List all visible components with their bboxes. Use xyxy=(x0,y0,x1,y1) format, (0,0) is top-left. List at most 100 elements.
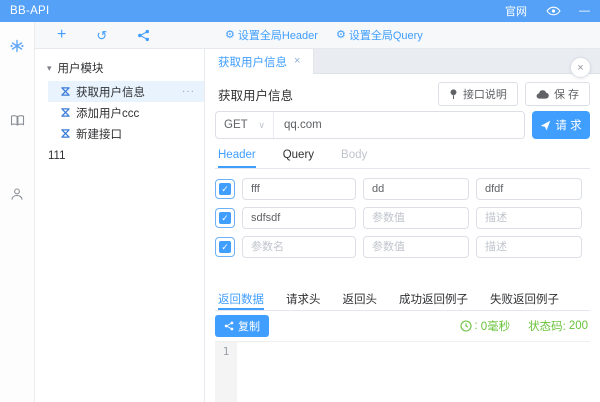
copy-label: 复制 xyxy=(238,321,260,333)
check-icon: ✓ xyxy=(219,212,231,224)
tab-fail-example[interactable]: 失败返回例子 xyxy=(490,289,559,310)
clock-icon xyxy=(459,320,472,332)
title-row: 获取用户信息 接口说明 保 存 xyxy=(215,81,590,107)
tree-root-item-111[interactable]: 111 xyxy=(35,145,204,166)
url-input[interactable] xyxy=(274,112,524,138)
send-label: 请 求 xyxy=(555,120,582,132)
tree-toolbar: + ↺ xyxy=(35,27,205,43)
method-select[interactable]: GET ∨ xyxy=(216,112,274,138)
param-name-input[interactable] xyxy=(242,178,356,200)
set-global-query-link[interactable]: ⚙ 设置全局Query xyxy=(336,27,423,43)
titlebar-controls: 官网 — xyxy=(505,2,590,20)
workspace: + ↺ ⚙ 设置全局Header ⚙ 设置全局Query ▾ 用户模块 获取用户… xyxy=(35,22,600,402)
gear-icon: ⚙ xyxy=(225,28,235,41)
titlebar: BB-API 官网 — xyxy=(0,0,600,22)
tree-module-users[interactable]: ▾ 用户模块 xyxy=(35,56,204,81)
title-actions: 接口说明 保 存 xyxy=(437,82,590,106)
tab-request-headers[interactable]: 请求头 xyxy=(286,289,321,310)
tab-response-headers[interactable]: 返回头 xyxy=(343,289,378,310)
param-value-input[interactable] xyxy=(363,236,469,258)
docs-book-icon[interactable] xyxy=(8,111,26,129)
editor-content[interactable] xyxy=(237,342,590,402)
api-tree: ▾ 用户模块 获取用户信息 ··· 添加用户ccc 新建接口 111 xyxy=(35,49,205,402)
tab-get-user-info[interactable]: 获取用户信息 × xyxy=(205,49,315,74)
result-tabs: 返回数据 请求头 返回头 成功返回例子 失败返回例子 xyxy=(215,289,590,311)
refresh-icon[interactable]: ↺ xyxy=(96,29,107,42)
result-toolbar: 复制 : 0毫秒 状态码: 200 xyxy=(215,311,590,341)
tab-query[interactable]: Query xyxy=(283,144,314,168)
param-value-input[interactable] xyxy=(363,178,469,200)
minimize-button[interactable]: — xyxy=(579,5,590,17)
api-node-icon xyxy=(61,87,70,96)
set-global-query-label: 设置全局Query xyxy=(348,30,423,42)
elapsed-time: : 0毫秒 xyxy=(459,318,511,334)
tab-response-data[interactable]: 返回数据 xyxy=(218,289,264,310)
document-tabbar: 获取用户信息 × xyxy=(205,49,600,74)
tab-close-icon[interactable]: × xyxy=(294,56,300,67)
api-node-icon xyxy=(61,129,70,138)
pin-icon xyxy=(450,89,457,99)
tab-success-example[interactable]: 成功返回例子 xyxy=(399,289,468,310)
param-value-input[interactable] xyxy=(363,207,469,229)
tree-item-label: 新建接口 xyxy=(76,128,122,141)
left-rail xyxy=(0,22,35,402)
param-name-input[interactable] xyxy=(242,207,356,229)
tree-item-label: 111 xyxy=(48,149,66,162)
elapsed-value: 0毫秒 xyxy=(480,321,511,333)
set-global-header-link[interactable]: ⚙ 设置全局Header xyxy=(225,27,318,43)
tree-module-label: 用户模块 xyxy=(57,63,104,75)
send-icon xyxy=(541,120,551,130)
send-request-button[interactable]: 请 求 xyxy=(532,111,590,139)
tab-body[interactable]: Body xyxy=(341,144,367,168)
panel-close-button[interactable]: × xyxy=(570,57,591,78)
param-name-input[interactable] xyxy=(242,236,356,258)
api-editor-panel: 获取用户信息 接口说明 保 存 GET ∨ qq.com 请 求 Header … xyxy=(205,74,600,402)
add-icon[interactable]: + xyxy=(57,27,66,43)
line-number: 1 xyxy=(222,345,230,358)
caret-down-icon[interactable]: ▾ xyxy=(47,63,52,73)
main-panel: 获取用户信息 × × 获取用户信息 接口说明 保 存 GET ∨ qq.com … xyxy=(205,49,600,402)
copy-button[interactable]: 复制 xyxy=(215,315,269,337)
tree-item-add-user[interactable]: 添加用户ccc xyxy=(48,102,204,123)
tab-label: 获取用户信息 xyxy=(218,56,287,69)
app-window: BB-API 官网 — + ↺ ⚙ 设置全局Header ⚙ 设置全局Query… xyxy=(0,0,600,402)
param-row: ✓ xyxy=(215,178,590,200)
request-row: GET ∨ 请 求 xyxy=(215,111,590,139)
share-icon[interactable] xyxy=(137,29,150,42)
cloud-upload-icon xyxy=(536,89,549,99)
param-checkbox[interactable]: ✓ xyxy=(215,208,235,228)
content-row: ▾ 用户模块 获取用户信息 ··· 添加用户ccc 新建接口 111 获取用户信… xyxy=(35,49,600,402)
chevron-down-icon: ∨ xyxy=(258,119,265,130)
tree-item-new-api[interactable]: 新建接口 xyxy=(48,123,204,144)
tree-item-get-user-info[interactable]: 获取用户信息 ··· xyxy=(48,81,204,102)
method-value: GET xyxy=(224,119,248,131)
editor-gutter: 1 xyxy=(215,342,237,402)
api-title: 获取用户信息 xyxy=(218,88,294,103)
param-checkbox[interactable]: ✓ xyxy=(215,179,235,199)
save-label: 保 存 xyxy=(553,89,579,101)
param-desc-input[interactable] xyxy=(476,178,582,200)
user-profile-icon[interactable] xyxy=(8,185,26,203)
api-node-icon xyxy=(61,108,70,117)
gear-icon: ⚙ xyxy=(335,28,346,41)
param-row: ✓ xyxy=(215,207,590,229)
check-icon: ✓ xyxy=(219,241,231,253)
website-link[interactable]: 官网 xyxy=(505,3,527,19)
status-group: : 0毫秒 状态码: 200 xyxy=(459,318,588,334)
api-doc-button[interactable]: 接口说明 xyxy=(437,82,518,106)
save-button[interactable]: 保 存 xyxy=(524,82,590,106)
tree-item-label: 添加用户ccc xyxy=(76,107,140,120)
param-desc-input[interactable] xyxy=(476,236,582,258)
param-row: ✓ xyxy=(215,236,590,258)
more-actions-icon[interactable]: ··· xyxy=(182,86,204,97)
param-tabs: Header Query Body xyxy=(215,144,590,169)
status-code: 状态码: 200 xyxy=(528,318,588,334)
tab-header[interactable]: Header xyxy=(218,144,256,168)
param-checkbox[interactable]: ✓ xyxy=(215,237,235,257)
global-settings-links: ⚙ 设置全局Header ⚙ 设置全局Query xyxy=(205,27,423,43)
eye-icon[interactable] xyxy=(544,2,562,20)
api-manager-icon[interactable] xyxy=(8,37,26,55)
status-label: 状态码: xyxy=(528,321,566,333)
app-title: BB-API xyxy=(10,5,50,17)
param-desc-input[interactable] xyxy=(476,207,582,229)
